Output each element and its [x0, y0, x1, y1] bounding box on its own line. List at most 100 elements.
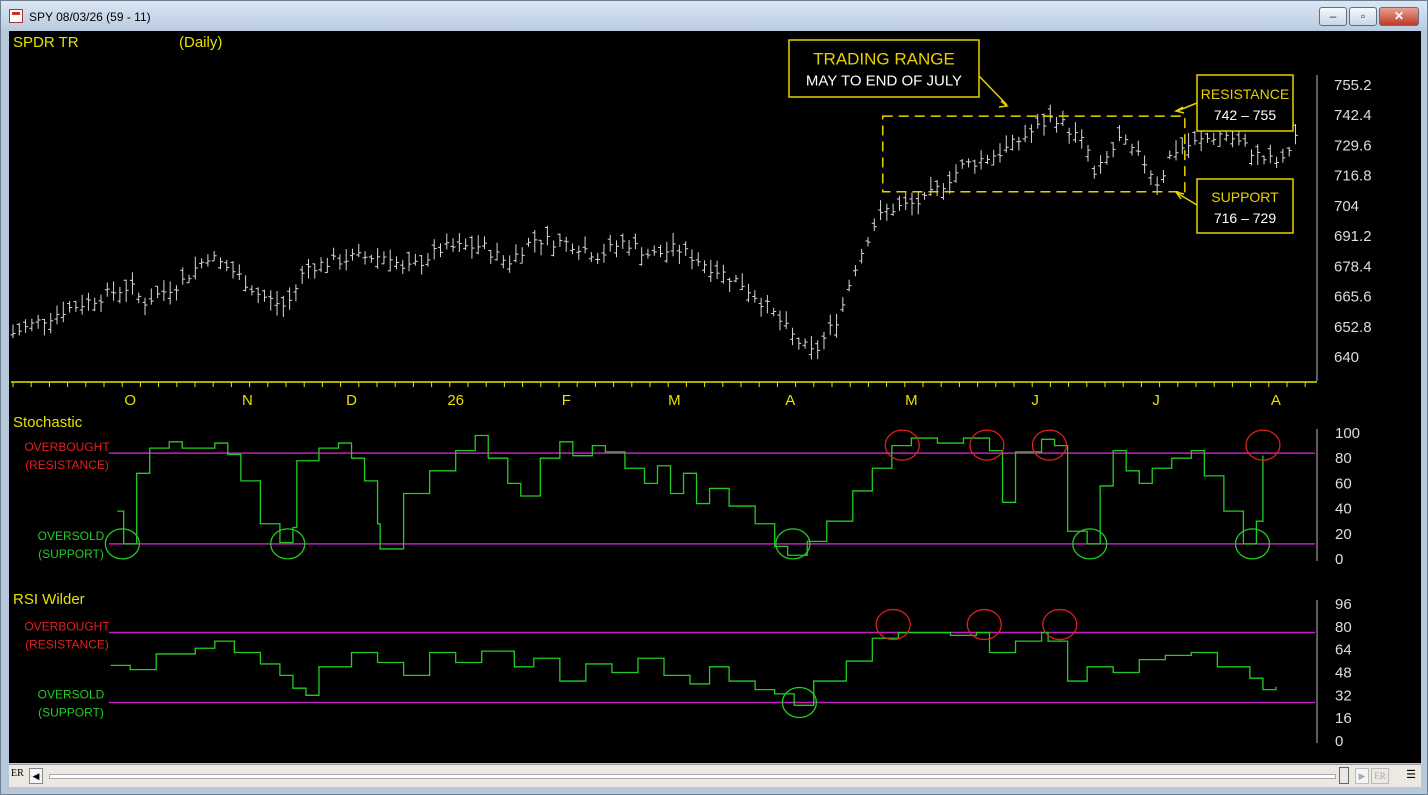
price-bar — [60, 301, 66, 323]
price-bar — [450, 238, 456, 252]
price-tick-label: 716.8 — [1334, 168, 1372, 185]
month-label: A — [1271, 392, 1281, 409]
price-bar — [570, 243, 576, 255]
price-bar — [488, 250, 494, 264]
price-bar — [1022, 124, 1028, 143]
price-tick-label: 704 — [1334, 198, 1359, 215]
rsi-overbought-label: OVERBOUGHT — [24, 620, 110, 634]
price-bar — [1186, 132, 1192, 158]
price-bar — [746, 283, 752, 303]
stochastic-tick-label: 60 — [1335, 475, 1352, 492]
price-bar — [236, 264, 242, 281]
price-bar — [293, 284, 299, 302]
maximize-button[interactable]: ▫ — [1349, 7, 1377, 26]
price-bar — [1198, 128, 1204, 151]
price-bar — [148, 288, 154, 305]
price-bar — [41, 318, 47, 336]
price-bar — [1085, 144, 1091, 162]
price-bar — [651, 245, 657, 256]
horizontal-scrollbar[interactable] — [49, 774, 1336, 779]
price-bar — [419, 255, 425, 275]
price-bar — [519, 247, 525, 264]
price-bar — [324, 257, 330, 274]
price-bar — [532, 229, 538, 253]
price-tick-label: 640 — [1334, 349, 1359, 366]
scroll-right-arrow-icon[interactable]: ▶ — [1355, 768, 1369, 784]
price-bar — [349, 248, 355, 261]
price-bar — [85, 292, 91, 311]
price-bar — [1060, 110, 1066, 126]
price-bar — [1041, 113, 1047, 136]
price-bar — [1142, 155, 1148, 174]
price-tick-label: 678.4 — [1334, 258, 1372, 275]
price-bar — [35, 314, 41, 329]
price-bar — [312, 263, 318, 279]
price-bar — [702, 260, 708, 274]
price-bar — [155, 285, 161, 299]
price-bar — [444, 233, 450, 250]
stochastic-title: Stochastic — [13, 414, 83, 431]
price-bar — [481, 236, 487, 250]
chart-area[interactable]: SPDR TR (Daily) 755.2 742.4 729.6 716.8 704 691… — [9, 31, 1421, 763]
month-label: J — [1152, 392, 1160, 409]
price-bar — [54, 305, 60, 325]
price-bar — [343, 249, 349, 271]
price-bar — [1274, 156, 1280, 169]
price-bar — [305, 258, 311, 279]
menu-icon[interactable]: ☰ — [1405, 768, 1417, 782]
support-callout-line2: 716 – 729 — [1214, 210, 1276, 226]
title-bar[interactable]: SPY 08/03/26 (59 - 11) ‒ ▫ ✕ — [1, 1, 1427, 31]
stochastic-overbought-circle — [1245, 429, 1281, 461]
price-bar — [1091, 165, 1097, 179]
minimize-button[interactable]: ‒ — [1319, 7, 1347, 26]
price-bar — [695, 252, 701, 267]
price-tick-label: 691.2 — [1334, 228, 1372, 245]
price-bar — [632, 233, 638, 250]
price-bar — [29, 318, 35, 332]
price-bar — [1066, 127, 1072, 144]
price-bar — [915, 192, 921, 215]
rsi-tick-label: 64 — [1335, 642, 1352, 659]
price-bar — [205, 254, 211, 267]
price-bar — [834, 313, 840, 338]
chart-canvas[interactable]: SPDR TR (Daily) 755.2 742.4 729.6 716.8 704 691… — [9, 31, 1421, 763]
rsi-tick-label: 80 — [1335, 619, 1352, 636]
price-bar — [1242, 133, 1248, 147]
price-bar — [639, 247, 645, 266]
stochastic-oversold-label: (SUPPORT) — [38, 547, 104, 561]
price-bar — [1286, 146, 1292, 157]
price-bar — [827, 314, 833, 336]
price-chart-title: SPDR TR — [13, 34, 79, 51]
price-bar — [117, 286, 123, 304]
price-bar — [802, 338, 808, 349]
app-icon[interactable] — [9, 9, 23, 23]
price-bar — [890, 203, 896, 216]
price-bar — [563, 236, 569, 252]
scroll-left-arrow-icon[interactable]: ◀ — [29, 768, 43, 784]
price-bar — [909, 192, 915, 216]
price-bar — [337, 254, 343, 270]
rsi-tick-label: 48 — [1335, 665, 1352, 682]
price-bar — [821, 331, 827, 350]
stochastic-tick-label: 100 — [1335, 425, 1360, 442]
price-bar — [714, 260, 720, 280]
scrollbar-thumb[interactable] — [1339, 767, 1349, 784]
price-bar — [437, 243, 443, 258]
stochastic-overbought-label: (RESISTANCE) — [25, 458, 109, 472]
price-bar — [978, 150, 984, 170]
price-bar — [614, 240, 620, 258]
rsi-line — [110, 631, 1277, 706]
price-bar — [1016, 136, 1022, 151]
trading-range-callout-line2: MAY TO END OF JULY — [806, 73, 962, 90]
resistance-callout-line1: RESISTANCE — [1201, 86, 1289, 102]
stochastic-tick-label: 20 — [1335, 526, 1352, 543]
price-bar — [777, 310, 783, 331]
er-label-left[interactable]: ER — [11, 768, 24, 779]
price-bar — [1072, 122, 1078, 143]
price-bar — [683, 241, 689, 256]
price-bar — [859, 248, 865, 264]
rsi-overbought-circle — [1042, 608, 1078, 641]
price-bar — [469, 235, 475, 259]
close-button[interactable]: ✕ — [1379, 7, 1419, 26]
er-label-right[interactable]: ER — [1371, 768, 1389, 784]
